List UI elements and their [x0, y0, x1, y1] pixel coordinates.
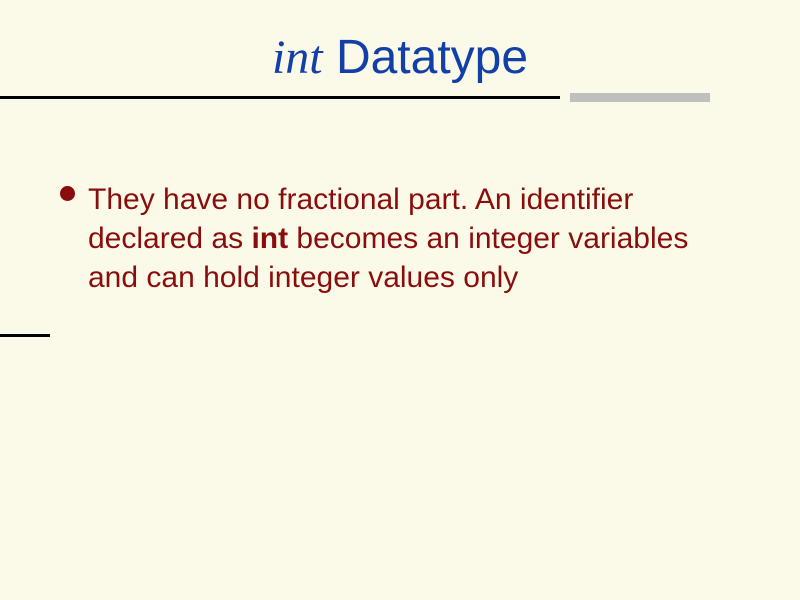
title-underline-main — [0, 96, 560, 99]
title-rest: Datatype — [323, 31, 528, 84]
title-italic-keyword: int — [272, 31, 323, 84]
slide-title: int Datatype — [0, 30, 800, 85]
bullet-text-bold-keyword: int — [251, 222, 288, 255]
slide-body: They have no fractional part. An identif… — [60, 180, 740, 297]
bullet-text: They have no fractional part. An identif… — [88, 180, 740, 297]
left-accent-bar — [0, 334, 50, 337]
title-underline-accent — [570, 93, 710, 102]
bullet-item: They have no fractional part. An identif… — [60, 180, 740, 297]
bullet-dot-icon — [60, 186, 75, 201]
